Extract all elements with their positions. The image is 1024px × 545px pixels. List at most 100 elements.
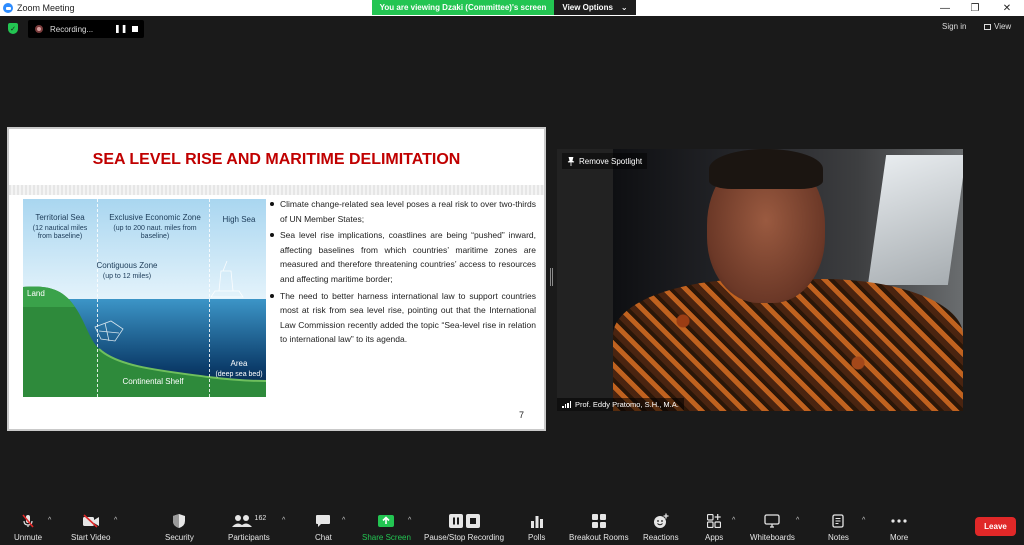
whiteboards-label: Whiteboards — [750, 533, 795, 542]
start-video-button[interactable]: Start Video — [71, 513, 110, 542]
participant-video[interactable] — [557, 149, 963, 411]
pause-icon — [448, 514, 463, 528]
participants-label: Participants — [228, 533, 270, 542]
pause-stop-recording-button[interactable]: Pause/Stop Recording — [424, 513, 504, 542]
land-label: Land — [27, 289, 45, 298]
reactions-icon — [653, 513, 669, 528]
meeting-toolbar: Unmute ^ Start Video ^ Security 162 Part… — [0, 505, 1024, 545]
record-icon — [35, 25, 43, 33]
apps-button[interactable]: Apps — [705, 513, 723, 542]
participants-button[interactable]: 162 Participants — [228, 513, 270, 543]
breakout-rooms-label: Breakout Rooms — [569, 533, 629, 542]
contiguous-zone-sub: (up to 12 miles) — [102, 273, 152, 280]
more-label: More — [890, 533, 909, 542]
more-button[interactable]: More — [890, 513, 908, 542]
apps-icon — [707, 514, 722, 528]
muted-mic-icon — [22, 514, 34, 528]
participants-count: 162 — [254, 514, 267, 522]
chat-icon — [316, 515, 331, 527]
security-label: Security — [165, 533, 194, 542]
bullet-item: Sea level rise implications, coastlines … — [270, 228, 536, 286]
start-video-label: Start Video — [71, 533, 111, 542]
eez-label: Exclusive Economic Zone — [109, 213, 201, 222]
breakout-rooms-icon — [591, 514, 606, 528]
unmute-button[interactable]: Unmute — [14, 513, 42, 542]
video-options-caret[interactable]: ^ — [114, 517, 117, 524]
recording-label: Recording... — [50, 24, 94, 34]
participant-name: Prof. Eddy Pratomo, S.H., M.A. — [575, 400, 679, 409]
minimize-button[interactable]: — — [930, 0, 960, 16]
polls-icon — [530, 516, 543, 528]
view-options-button[interactable]: View Options ⌄ — [554, 0, 636, 15]
share-screen-icon — [378, 515, 395, 527]
territorial-sea-label: Territorial Sea — [35, 213, 85, 222]
remove-spotlight-label: Remove Spotlight — [579, 156, 643, 166]
reactions-button[interactable]: Reactions — [643, 513, 679, 542]
share-screen-button[interactable]: Share Screen — [362, 513, 411, 542]
video-hair — [709, 149, 823, 189]
stop-icon — [465, 514, 480, 528]
continental-shelf-label: Continental Shelf — [122, 377, 184, 386]
boundary-line — [97, 199, 98, 397]
zoom-logo-icon — [3, 3, 13, 13]
pause-stop-recording-label: Pause/Stop Recording — [424, 533, 505, 542]
chat-label: Chat — [315, 533, 332, 542]
slide-title: SEA LEVEL RISE AND MARITIME DELIMITATION — [92, 151, 461, 168]
grid-view-icon — [984, 23, 991, 30]
notes-caret[interactable]: ^ — [862, 517, 865, 524]
encryption-shield-icon[interactable]: ✓ — [8, 23, 18, 34]
polls-button[interactable]: Polls — [528, 513, 545, 542]
leave-button[interactable]: Leave — [975, 517, 1016, 536]
apps-label: Apps — [705, 533, 724, 542]
participant-nameplate: Prof. Eddy Pratomo, S.H., M.A. — [557, 398, 684, 411]
pause-recording-icon[interactable]: ❚❚ — [114, 24, 127, 33]
notes-icon — [832, 514, 845, 528]
stop-recording-icon[interactable] — [132, 26, 138, 32]
split-view-drag-handle[interactable] — [550, 268, 553, 286]
whiteboard-icon — [764, 514, 781, 528]
chat-button[interactable]: Chat — [315, 513, 332, 542]
signal-strength-icon — [562, 401, 571, 408]
reactions-label: Reactions — [643, 533, 679, 542]
participants-caret[interactable]: ^ — [282, 517, 285, 524]
viewing-banner: You are viewing Dzaki (Committee)'s scre… — [372, 0, 636, 15]
notes-button[interactable]: Notes — [828, 513, 849, 542]
audio-options-caret[interactable]: ^ — [48, 517, 51, 524]
polls-label: Polls — [528, 533, 546, 542]
slide-number: 7 — [519, 410, 525, 420]
whiteboards-caret[interactable]: ^ — [796, 517, 799, 524]
breakout-rooms-button[interactable]: Breakout Rooms — [569, 513, 629, 542]
bullet-item: Climate change-related sea level poses a… — [270, 197, 536, 226]
area-label: Area — [230, 359, 248, 368]
close-button[interactable]: ✕ — [992, 0, 1022, 16]
view-options-label: View Options — [562, 3, 613, 12]
viewing-text: You are viewing Dzaki (Committee)'s scre… — [379, 3, 547, 12]
recording-indicator: Recording... ❚❚ — [28, 20, 144, 38]
remove-spotlight-button[interactable]: Remove Spotlight — [562, 153, 648, 169]
notes-label: Notes — [828, 533, 849, 542]
window-title: Zoom Meeting — [17, 3, 75, 13]
video-off-icon — [82, 514, 99, 528]
participants-icon — [231, 515, 252, 527]
more-dots-icon — [891, 519, 907, 523]
restore-button[interactable]: ❐ — [960, 0, 990, 16]
territorial-sea-sub: (12 nautical miles from baseline) — [32, 225, 88, 241]
unmute-label: Unmute — [14, 533, 43, 542]
pin-icon — [567, 156, 575, 166]
sign-in-link[interactable]: Sign in — [942, 22, 966, 31]
share-screen-label: Share Screen — [362, 533, 411, 542]
security-button[interactable]: Security — [165, 513, 194, 542]
apps-caret[interactable]: ^ — [732, 517, 735, 524]
chevron-down-icon: ⌄ — [620, 3, 628, 12]
chat-caret[interactable]: ^ — [342, 517, 345, 524]
bullet-item: The need to better harness international… — [270, 289, 536, 347]
whiteboards-button[interactable]: Whiteboards — [750, 513, 795, 542]
view-label: View — [994, 22, 1012, 31]
slide-bullets: Climate change-related sea level poses a… — [270, 197, 536, 349]
view-button[interactable]: View — [984, 22, 1011, 31]
shield-icon — [173, 514, 186, 528]
boundary-line — [209, 199, 210, 397]
contiguous-zone-label: Contiguous Zone — [96, 261, 158, 270]
maritime-zones-diagram: Territorial Sea (12 nautical miles from … — [23, 199, 266, 397]
share-screen-caret[interactable]: ^ — [408, 517, 411, 524]
